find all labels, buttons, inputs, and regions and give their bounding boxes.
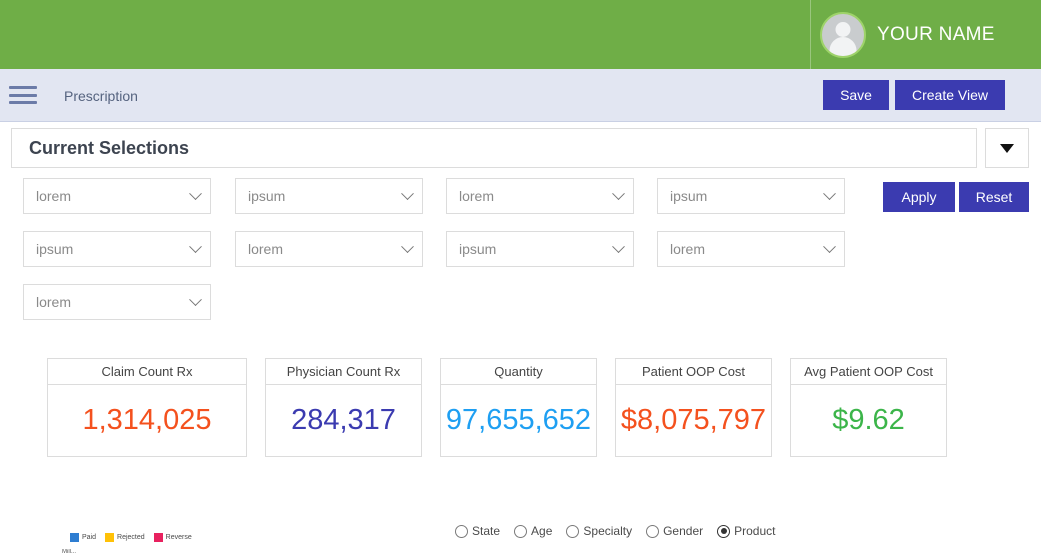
kpi-card-patient-oop-cost: Patient OOP Cost $8,075,797: [615, 358, 772, 457]
apply-button[interactable]: Apply: [883, 182, 955, 212]
chart-legend: Paid Rejected Reverse: [70, 533, 192, 542]
filter-select-8[interactable]: lorem: [657, 231, 845, 267]
filter-select-4-value: ipsum: [670, 188, 825, 204]
legend-label: Reverse: [166, 534, 192, 541]
header-divider: [810, 0, 811, 69]
radio-circle-icon: [514, 525, 527, 538]
legend-swatch-icon: [105, 533, 114, 542]
filter-row-3: lorem: [0, 284, 1041, 337]
radio-option-state[interactable]: State: [455, 524, 500, 538]
filter-select-8-value: lorem: [670, 241, 825, 257]
user-profile[interactable]: YOUR NAME: [820, 11, 995, 59]
filter-select-7-value: ipsum: [459, 241, 614, 257]
legend-label: Rejected: [117, 534, 145, 541]
filter-select-4[interactable]: ipsum: [657, 178, 845, 214]
dimension-radio-group: State Age Specialty Gender Product: [455, 524, 775, 538]
save-button[interactable]: Save: [823, 80, 889, 110]
legend-item-reverse[interactable]: Reverse: [154, 533, 192, 542]
filter-select-9[interactable]: lorem: [23, 284, 211, 320]
chevron-down-icon: [823, 240, 836, 253]
kpi-value: $8,075,797: [616, 385, 771, 456]
chevron-down-icon: [612, 187, 625, 200]
selections-expand-toggle[interactable]: [985, 128, 1029, 168]
filter-row-2: ipsum lorem ipsum lorem: [0, 231, 1041, 284]
filter-select-3-value: lorem: [459, 188, 614, 204]
radio-option-age[interactable]: Age: [514, 524, 552, 538]
kpi-value: 97,655,652: [441, 385, 596, 456]
app-header: YOUR NAME: [0, 0, 1041, 69]
radio-option-gender[interactable]: Gender: [646, 524, 703, 538]
kpi-title: Claim Count Rx: [48, 359, 246, 385]
legend-swatch-icon: [70, 533, 79, 542]
legend-item-paid[interactable]: Paid: [70, 533, 96, 542]
radio-circle-icon: [646, 525, 659, 538]
filter-select-2[interactable]: ipsum: [235, 178, 423, 214]
filter-select-2-value: ipsum: [248, 188, 403, 204]
user-name-label: YOUR NAME: [877, 24, 995, 46]
create-view-button[interactable]: Create View: [895, 80, 1005, 110]
kpi-card-claim-count-rx: Claim Count Rx 1,314,025: [47, 358, 247, 457]
kpi-card-avg-patient-oop-cost: Avg Patient OOP Cost $9.62: [790, 358, 947, 457]
kpi-title: Patient OOP Cost: [616, 359, 771, 385]
kpi-card-quantity: Quantity 97,655,652: [440, 358, 597, 457]
hamburger-menu-icon[interactable]: [9, 83, 37, 107]
chevron-down-icon: [1000, 144, 1014, 153]
legend-label: Paid: [82, 534, 96, 541]
legend-swatch-icon: [154, 533, 163, 542]
radio-option-product[interactable]: Product: [717, 524, 775, 538]
filter-select-7[interactable]: ipsum: [446, 231, 634, 267]
toolbar: Prescription Save Create View: [0, 69, 1041, 122]
current-selections-panel: Current Selections: [11, 128, 977, 168]
filter-select-6[interactable]: lorem: [235, 231, 423, 267]
radio-label: State: [472, 524, 500, 538]
radio-option-specialty[interactable]: Specialty: [566, 524, 632, 538]
filter-select-3[interactable]: lorem: [446, 178, 634, 214]
dashboard-page: YOUR NAME Prescription Save Create View …: [0, 0, 1041, 556]
kpi-card-row: Claim Count Rx 1,314,025 Physician Count…: [0, 358, 1041, 458]
radio-circle-selected-icon: [717, 525, 730, 538]
filter-select-5[interactable]: ipsum: [23, 231, 211, 267]
radio-circle-icon: [566, 525, 579, 538]
kpi-value: 284,317: [266, 385, 421, 456]
chevron-down-icon: [612, 240, 625, 253]
filter-select-5-value: ipsum: [36, 241, 191, 257]
user-avatar-icon: [820, 12, 866, 58]
chevron-down-icon: [401, 187, 414, 200]
radio-label: Product: [734, 524, 775, 538]
filter-select-1[interactable]: lorem: [23, 178, 211, 214]
kpi-title: Avg Patient OOP Cost: [791, 359, 946, 385]
chevron-down-icon: [189, 293, 202, 306]
filter-select-6-value: lorem: [248, 241, 403, 257]
kpi-value: $9.62: [791, 385, 946, 456]
radio-label: Specialty: [583, 524, 632, 538]
reset-button[interactable]: Reset: [959, 182, 1029, 212]
legend-item-rejected[interactable]: Rejected: [105, 533, 145, 542]
kpi-value: 1,314,025: [48, 385, 246, 456]
radio-label: Gender: [663, 524, 703, 538]
breadcrumb[interactable]: Prescription: [64, 69, 138, 122]
chevron-down-icon: [189, 240, 202, 253]
kpi-card-physician-count-rx: Physician Count Rx 284,317: [265, 358, 422, 457]
page-title: Current Selections: [29, 138, 189, 159]
chevron-down-icon: [823, 187, 836, 200]
radio-label: Age: [531, 524, 552, 538]
radio-circle-icon: [455, 525, 468, 538]
filter-select-9-value: lorem: [36, 294, 191, 310]
chart-axis-label-clipped: Mill...: [62, 549, 76, 556]
filter-select-1-value: lorem: [36, 188, 191, 204]
chevron-down-icon: [189, 187, 202, 200]
toolbar-actions: Save Create View: [823, 80, 1005, 110]
kpi-title: Quantity: [441, 359, 596, 385]
kpi-title: Physician Count Rx: [266, 359, 421, 385]
chevron-down-icon: [401, 240, 414, 253]
